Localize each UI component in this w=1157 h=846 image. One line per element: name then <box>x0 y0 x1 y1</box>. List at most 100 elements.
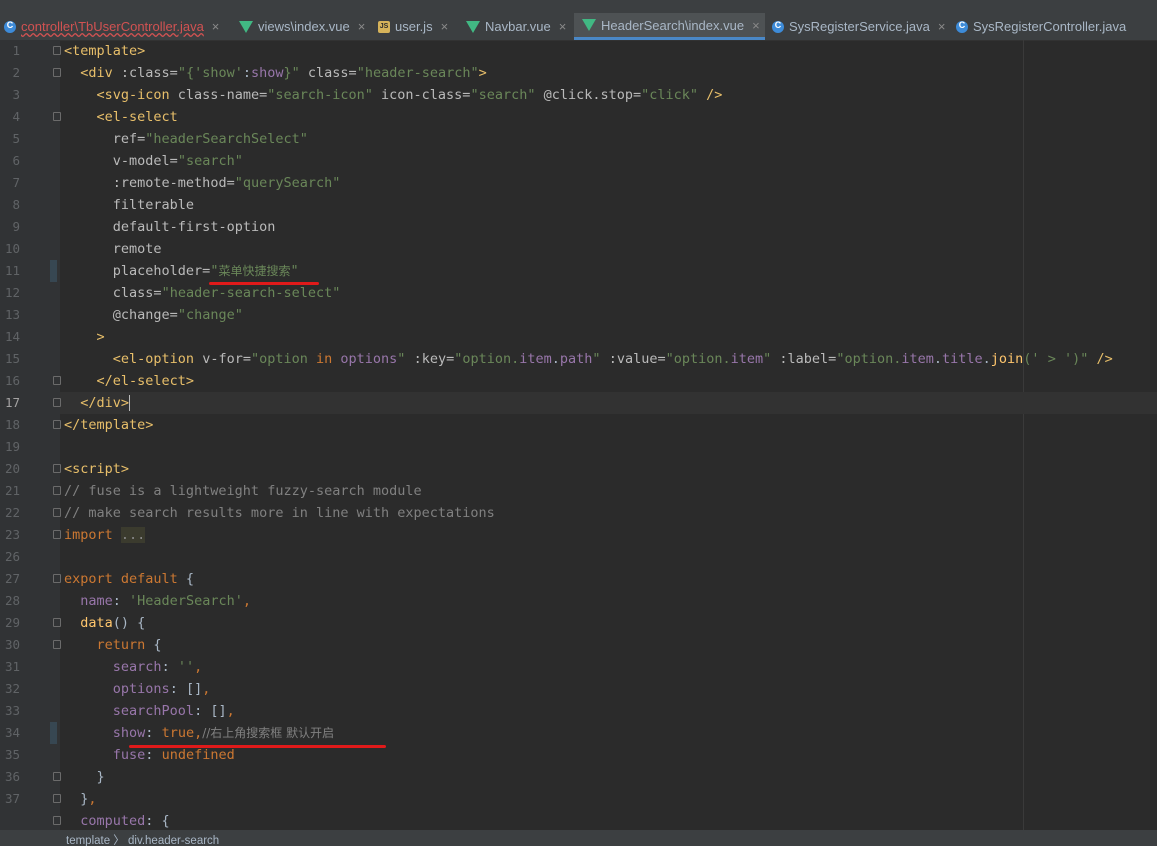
code-line: 37 }, <box>0 788 1157 810</box>
code-line: 12 class="header-search-select" <box>0 282 1157 304</box>
code-line: 20 <script> <box>0 458 1157 480</box>
code-line: 8 filterable <box>0 194 1157 216</box>
breadcrumb[interactable]: template 〉 div.header-search <box>66 832 219 846</box>
code-line: 33 searchPool: [], <box>0 700 1157 722</box>
fold-icon[interactable] <box>53 508 61 517</box>
code-line: 15 <el-option v-for="option in options" … <box>0 348 1157 370</box>
tab-user-js[interactable]: user.js × <box>378 13 448 40</box>
java-class-icon <box>772 20 784 33</box>
line-number: 30 <box>4 637 20 652</box>
close-icon[interactable]: × <box>752 18 760 33</box>
code-line: 3 <svg-icon class-name="search-icon" ico… <box>0 84 1157 106</box>
tab-label: HeaderSearch\index.vue <box>601 17 745 33</box>
code-line: 5 ref="headerSearchSelect" <box>0 128 1157 150</box>
tab-headersearch-index[interactable]: HeaderSearch\index.vue × <box>574 13 765 40</box>
code-line: 17 </div> <box>0 392 1157 414</box>
java-class-icon <box>956 20 968 33</box>
close-icon[interactable]: × <box>559 19 567 34</box>
line-number: 26 <box>4 549 20 564</box>
close-icon[interactable]: × <box>212 19 220 34</box>
fold-icon[interactable] <box>53 398 61 407</box>
tab-sysregisterservice[interactable]: SysRegisterService.java × <box>772 13 945 40</box>
line-number: 16 <box>4 373 20 388</box>
fold-icon[interactable] <box>53 112 61 121</box>
line-number: 2 <box>12 65 20 80</box>
line-number: 10 <box>4 241 20 256</box>
line-number: 4 <box>12 109 20 124</box>
fold-icon[interactable] <box>53 464 61 473</box>
fold-icon[interactable] <box>53 640 61 649</box>
line-number: 27 <box>4 571 20 586</box>
fold-icon[interactable] <box>53 486 61 495</box>
code-line: 16 </el-select> <box>0 370 1157 392</box>
tab-label: user.js <box>395 19 433 34</box>
code-line: 11 placeholder="菜单快捷搜索" <box>0 260 1157 282</box>
tab-navbar[interactable]: Navbar.vue × <box>466 13 566 40</box>
java-class-icon <box>4 20 16 33</box>
line-number: 20 <box>4 461 20 476</box>
line-number: 36 <box>4 769 20 784</box>
fold-icon[interactable] <box>53 376 61 385</box>
code-line: 34 show: true,//右上角搜索框 默认开启 <box>0 722 1157 744</box>
text-cursor <box>129 395 131 411</box>
code-line: 7 :remote-method="querySearch" <box>0 172 1157 194</box>
line-number: 28 <box>4 593 20 608</box>
tab-sysregistercontroller[interactable]: SysRegisterController.java <box>956 13 1126 40</box>
line-number: 31 <box>4 659 20 674</box>
fold-icon[interactable] <box>53 574 61 583</box>
code-line: 29 data() { <box>0 612 1157 634</box>
tab-tbusercontroller[interactable]: controller\TbUserController.java × <box>4 13 219 40</box>
fold-icon[interactable] <box>53 618 61 627</box>
code-line: 13 @change="change" <box>0 304 1157 326</box>
fold-icon[interactable] <box>53 816 61 825</box>
code-line: 22// make search results more in line wi… <box>0 502 1157 524</box>
line-number: 34 <box>4 725 20 740</box>
close-icon[interactable]: × <box>441 19 449 34</box>
code-line: 36 } <box>0 766 1157 788</box>
tab-label: SysRegisterController.java <box>973 19 1127 34</box>
tab-views-index[interactable]: views\index.vue × <box>239 13 365 40</box>
breadcrumb-bar: template 〉 div.header-search <box>0 830 1157 846</box>
vue-icon <box>466 20 480 33</box>
line-number: 33 <box>4 703 20 718</box>
line-number: 6 <box>12 153 20 168</box>
code-line: 30 return { <box>0 634 1157 656</box>
code-line: 9 default-first-option <box>0 216 1157 238</box>
line-number: 14 <box>4 329 20 344</box>
vue-icon <box>582 19 596 31</box>
close-icon[interactable]: × <box>358 19 366 34</box>
fold-icon[interactable] <box>53 772 61 781</box>
code-line: 28 name: 'HeaderSearch', <box>0 590 1157 612</box>
code-line: 1 <template> <box>0 40 1157 62</box>
fold-icon[interactable] <box>53 46 61 55</box>
line-number: 19 <box>4 439 20 454</box>
fold-icon[interactable] <box>53 530 61 539</box>
code-line: 4 <el-select <box>0 106 1157 128</box>
line-number: 11 <box>4 263 20 278</box>
code-line: 18 </template> <box>0 414 1157 436</box>
line-number: 29 <box>4 615 20 630</box>
fold-icon[interactable] <box>53 68 61 77</box>
line-number: 1 <box>12 43 20 58</box>
red-annotation-underline <box>209 282 319 285</box>
line-number: 15 <box>4 351 20 366</box>
line-number: 37 <box>4 791 20 806</box>
code-line: 6 v-model="search" <box>0 150 1157 172</box>
line-number: 5 <box>12 131 20 146</box>
line-number: 12 <box>4 285 20 300</box>
code-line: 31 search: '', <box>0 656 1157 678</box>
js-icon <box>378 20 390 33</box>
close-icon[interactable]: × <box>938 19 946 34</box>
folded-region[interactable]: ... <box>120 527 146 543</box>
code-line: 23 import ... <box>0 524 1157 546</box>
line-number: 21 <box>4 483 20 498</box>
fold-icon[interactable] <box>53 420 61 429</box>
line-number: 3 <box>12 87 20 102</box>
line-number: 8 <box>12 197 20 212</box>
code-line: 19 <box>0 436 1157 458</box>
code-line: computed: { <box>0 810 1157 832</box>
fold-icon[interactable] <box>53 794 61 803</box>
code-editor[interactable]: 1 <template> 2 <div :class="{'show':show}… <box>0 40 1157 830</box>
line-number: 9 <box>12 219 20 234</box>
code-line: 32 options: [], <box>0 678 1157 700</box>
